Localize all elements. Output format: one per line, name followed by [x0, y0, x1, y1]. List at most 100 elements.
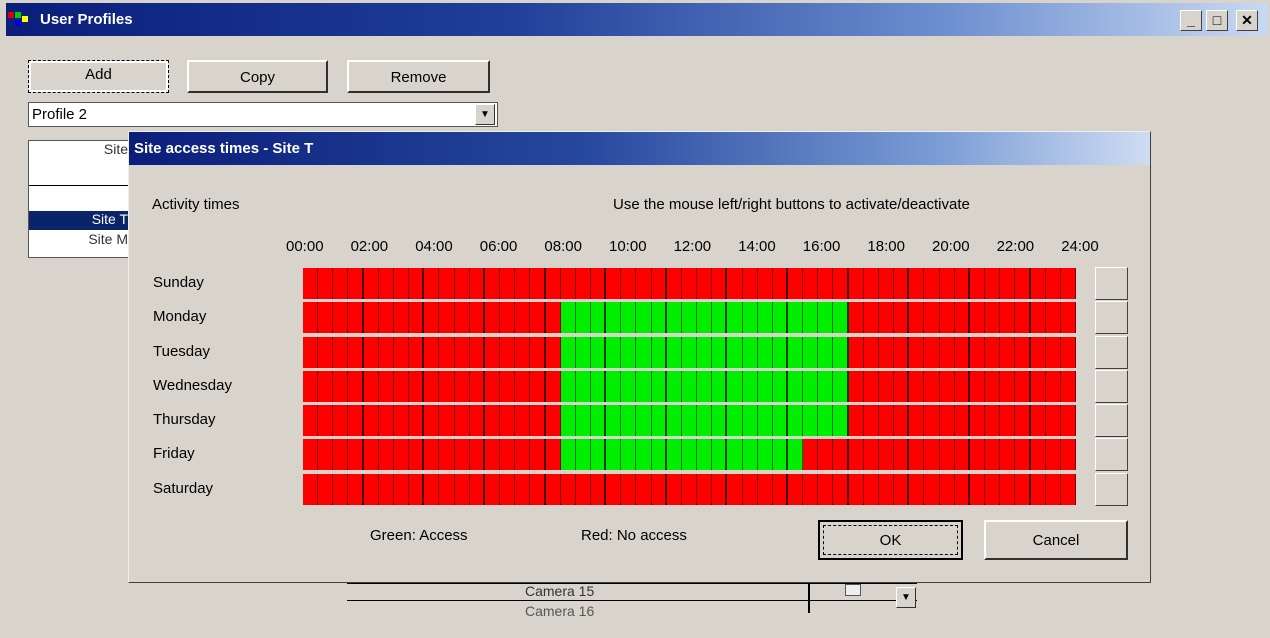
- time-slot-cell[interactable]: [590, 302, 607, 333]
- time-slot-cell[interactable]: [712, 439, 728, 470]
- ok-button[interactable]: OK: [818, 520, 963, 560]
- time-slot-cell[interactable]: [833, 371, 849, 402]
- time-slot-cell[interactable]: [1060, 371, 1076, 402]
- time-slot-cell[interactable]: [788, 439, 804, 470]
- time-slot-cell[interactable]: [848, 439, 864, 470]
- time-slot-cell[interactable]: [803, 302, 819, 333]
- close-button[interactable]: ✕: [1236, 10, 1258, 31]
- time-slot-cell[interactable]: [742, 405, 758, 436]
- add-button[interactable]: Add: [28, 60, 169, 93]
- time-slot-cell[interactable]: [909, 439, 925, 470]
- time-slot-cell[interactable]: [606, 439, 622, 470]
- time-slot-cell[interactable]: [621, 439, 637, 470]
- time-slot-cell[interactable]: [954, 371, 970, 402]
- time-slot-cell[interactable]: [681, 371, 698, 402]
- time-slot-cell[interactable]: [575, 337, 591, 368]
- time-slot-cell[interactable]: [878, 371, 895, 402]
- time-slot-cell[interactable]: [1045, 337, 1061, 368]
- time-slot-cell[interactable]: [1030, 268, 1046, 299]
- time-slot-cell[interactable]: [833, 302, 849, 333]
- time-slot-cell[interactable]: [1060, 268, 1076, 299]
- time-slot-cell[interactable]: [333, 371, 349, 402]
- time-slot-cell[interactable]: [712, 474, 728, 505]
- time-slot-cell[interactable]: [378, 474, 394, 505]
- time-slot-cell[interactable]: [894, 302, 910, 333]
- time-slot-cell[interactable]: [969, 405, 986, 436]
- time-slot-cell[interactable]: [894, 268, 910, 299]
- time-slot-cell[interactable]: [833, 268, 849, 299]
- day-toggle-button[interactable]: [1095, 370, 1128, 403]
- camera-checkbox[interactable]: [845, 584, 861, 596]
- time-slot-cell[interactable]: [651, 302, 667, 333]
- time-slot-cell[interactable]: [515, 302, 531, 333]
- time-slot-cell[interactable]: [863, 371, 879, 402]
- time-slot-cell[interactable]: [545, 405, 561, 436]
- time-slot-cell[interactable]: [1045, 439, 1061, 470]
- time-slot-cell[interactable]: [424, 337, 440, 368]
- time-slot-cell[interactable]: [439, 439, 455, 470]
- time-slot-cell[interactable]: [469, 405, 485, 436]
- time-slot-cell[interactable]: [500, 371, 516, 402]
- time-slot-cell[interactable]: [1015, 405, 1031, 436]
- time-slot-cell[interactable]: [651, 337, 667, 368]
- time-slot-cell[interactable]: [621, 302, 637, 333]
- time-slot-cell[interactable]: [439, 302, 455, 333]
- time-slot-cell[interactable]: [333, 474, 349, 505]
- site-list-item[interactable]: Site M: [29, 231, 132, 250]
- time-slot-cell[interactable]: [636, 337, 652, 368]
- time-slot-cell[interactable]: [469, 268, 485, 299]
- time-slot-cell[interactable]: [863, 474, 879, 505]
- time-slot-cell[interactable]: [909, 268, 925, 299]
- time-slot-cell[interactable]: [772, 337, 788, 368]
- time-slot-cell[interactable]: [606, 405, 622, 436]
- time-slot-cell[interactable]: [530, 371, 546, 402]
- time-slot-cell[interactable]: [803, 474, 819, 505]
- time-slot-cell[interactable]: [621, 371, 637, 402]
- time-slot-cell[interactable]: [348, 474, 364, 505]
- time-slot-cell[interactable]: [484, 439, 501, 470]
- time-slot-cell[interactable]: [939, 371, 955, 402]
- time-slot-cell[interactable]: [878, 302, 895, 333]
- time-slot-cell[interactable]: [863, 302, 879, 333]
- time-slot-cell[interactable]: [818, 371, 834, 402]
- time-slot-cell[interactable]: [772, 302, 788, 333]
- time-slot-cell[interactable]: [939, 268, 955, 299]
- time-slot-cell[interactable]: [484, 302, 501, 333]
- time-slot-cell[interactable]: [318, 337, 334, 368]
- time-slot-cell[interactable]: [1030, 405, 1046, 436]
- time-slot-cell[interactable]: [636, 371, 652, 402]
- time-slot-cell[interactable]: [894, 439, 910, 470]
- time-slot-cell[interactable]: [545, 439, 561, 470]
- time-slot-cell[interactable]: [1015, 337, 1031, 368]
- time-slot-cell[interactable]: [484, 405, 501, 436]
- time-slot-cell[interactable]: [651, 268, 667, 299]
- time-slot-cell[interactable]: [863, 405, 879, 436]
- time-slot-cell[interactable]: [606, 268, 622, 299]
- time-slot-cell[interactable]: [939, 439, 955, 470]
- time-slot-cell[interactable]: [424, 405, 440, 436]
- time-slot-cell[interactable]: [1045, 302, 1061, 333]
- time-slot-cell[interactable]: [757, 474, 773, 505]
- time-slot-cell[interactable]: [818, 302, 834, 333]
- time-slot-cell[interactable]: [500, 405, 516, 436]
- time-slot-cell[interactable]: [788, 302, 804, 333]
- time-slot-cell[interactable]: [878, 268, 895, 299]
- time-slot-cell[interactable]: [515, 337, 531, 368]
- time-slot-cell[interactable]: [333, 268, 349, 299]
- time-slot-cell[interactable]: [1060, 337, 1076, 368]
- time-slot-cell[interactable]: [1000, 371, 1016, 402]
- time-slot-cell[interactable]: [454, 405, 470, 436]
- time-slot-cell[interactable]: [409, 405, 425, 436]
- time-slot-cell[interactable]: [409, 268, 425, 299]
- time-slot-cell[interactable]: [636, 474, 652, 505]
- time-slot-cell[interactable]: [590, 439, 607, 470]
- time-slot-cell[interactable]: [788, 268, 804, 299]
- time-slot-cell[interactable]: [348, 439, 364, 470]
- time-slot-cell[interactable]: [590, 474, 607, 505]
- time-slot-cell[interactable]: [681, 268, 698, 299]
- time-slot-cell[interactable]: [681, 302, 698, 333]
- time-slot-cell[interactable]: [636, 405, 652, 436]
- time-slot-cell[interactable]: [363, 405, 379, 436]
- time-slot-cell[interactable]: [681, 439, 698, 470]
- time-slot-cell[interactable]: [303, 439, 319, 470]
